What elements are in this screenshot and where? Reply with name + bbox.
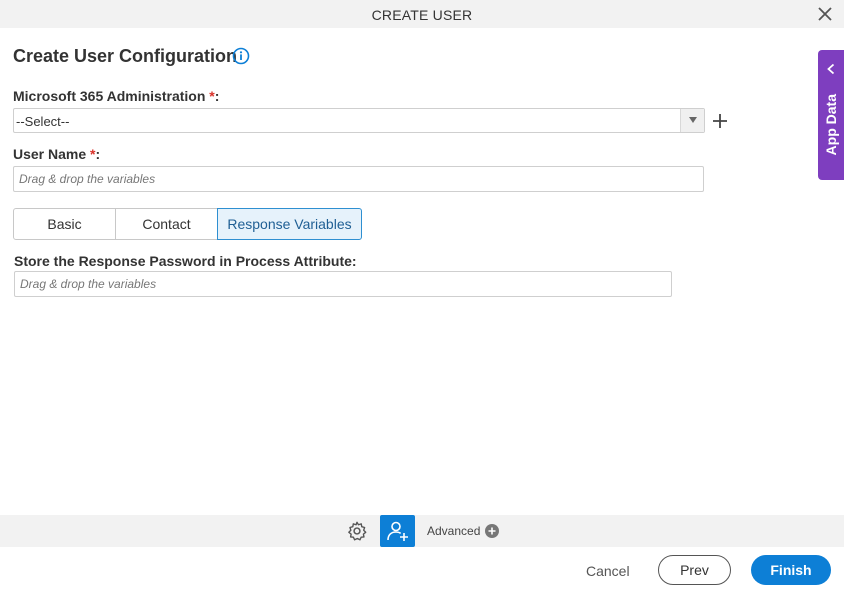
m365-select-value: --Select-- — [16, 114, 70, 129]
username-input[interactable] — [13, 166, 704, 192]
prev-button[interactable]: Prev — [658, 555, 731, 585]
user-add-icon — [387, 521, 408, 541]
m365-label: Microsoft 365 Administration *: — [13, 88, 220, 104]
title-bar: CREATE USER — [0, 0, 844, 28]
app-data-label: App Data — [823, 94, 839, 156]
dropdown-toggle[interactable] — [680, 109, 704, 132]
tab-contact[interactable]: Contact — [115, 208, 218, 240]
tab-bar: Basic Contact Response Variables — [13, 208, 362, 240]
tab-basic[interactable]: Basic — [13, 208, 116, 240]
info-icon[interactable] — [232, 47, 250, 65]
chevron-down-icon — [689, 117, 697, 123]
tab-response-variables[interactable]: Response Variables — [217, 208, 362, 240]
page-title: Create User Configuration — [13, 46, 238, 66]
plus-circle-icon[interactable] — [485, 524, 499, 538]
bottom-toolbar: Advanced — [0, 515, 844, 547]
finish-button[interactable]: Finish — [751, 555, 831, 585]
username-label: User Name *: — [13, 146, 101, 162]
app-data-panel-toggle[interactable]: App Data — [818, 50, 844, 180]
window-title: CREATE USER — [371, 7, 473, 23]
advanced-link[interactable]: Advanced — [427, 524, 480, 538]
cancel-button[interactable]: Cancel — [586, 563, 630, 579]
gear-icon[interactable] — [346, 520, 368, 542]
plus-icon[interactable] — [711, 112, 729, 130]
response-password-label: Store the Response Password in Process A… — [14, 253, 357, 269]
chevron-left-icon — [827, 63, 835, 75]
user-add-button[interactable] — [380, 515, 415, 547]
close-icon[interactable] — [816, 5, 834, 23]
response-password-input[interactable] — [14, 271, 672, 297]
m365-select[interactable]: --Select-- — [13, 108, 705, 133]
